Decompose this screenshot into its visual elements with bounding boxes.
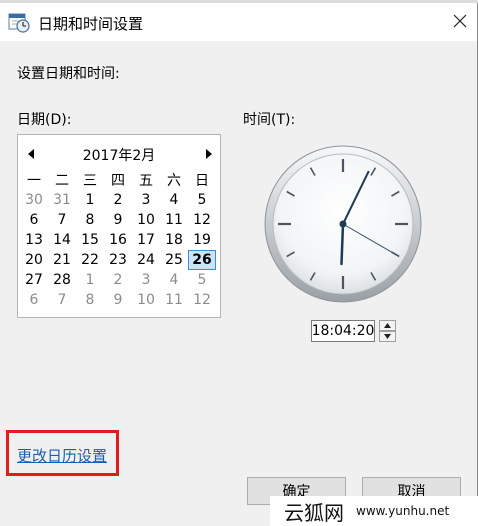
calendar-day[interactable]: 6 xyxy=(20,290,48,310)
calendar-day[interactable]: 21 xyxy=(48,250,76,270)
calendar-day[interactable]: 8 xyxy=(76,290,104,310)
calendar-day[interactable]: 30 xyxy=(20,190,48,210)
calendar-day[interactable]: 1 xyxy=(76,270,104,290)
calendar-day[interactable]: 9 xyxy=(104,290,132,310)
time-label: 时间(T): xyxy=(243,112,296,128)
red-highlight-box xyxy=(6,430,119,476)
analog-clock xyxy=(264,145,422,303)
calendar-day-selected[interactable]: 26 xyxy=(188,250,216,270)
calendar-day[interactable]: 8 xyxy=(76,210,104,230)
calendar-week-row: 27 28 1 2 3 4 5 xyxy=(18,270,220,290)
calendar-day[interactable]: 17 xyxy=(132,230,160,250)
calendar-grid: 一二三四五六日 30 31 1 2 3 4 5 6 7 8 9 10 11 12 13 14 15 16 17 18 19… xyxy=(18,170,220,310)
calendar-week-row: 6 7 8 9 10 11 12 xyxy=(18,290,220,310)
close-icon xyxy=(453,14,467,28)
triangle-up-icon xyxy=(384,323,391,328)
calendar-day[interactable]: 4 xyxy=(160,270,188,290)
triangle-down-icon xyxy=(384,334,391,339)
weekday-label: 一 xyxy=(27,173,41,189)
calendar-week-row: 20 21 22 23 24 25 26 xyxy=(18,250,220,270)
calendar-day[interactable]: 9 xyxy=(104,210,132,230)
calendar-day[interactable]: 6 xyxy=(20,210,48,230)
calendar-day[interactable]: 19 xyxy=(188,230,216,250)
date-time-dialog: 日期和时间设置 设置日期和时间: 日期(D): 时间(T): 2017年2月 一… xyxy=(0,3,478,526)
watermark-url: www.yunhu.net xyxy=(356,504,450,518)
calendar-day[interactable]: 27 xyxy=(20,270,48,290)
weekday-label: 三 xyxy=(83,173,97,189)
time-spin-up-button[interactable] xyxy=(379,320,396,331)
calendar-day[interactable]: 3 xyxy=(132,270,160,290)
calendar-day[interactable]: 5 xyxy=(188,190,216,210)
weekday-header-row: 一二三四五六日 xyxy=(18,170,220,190)
calendar-week-row: 13 14 15 16 17 18 19 xyxy=(18,230,220,250)
calendar-day[interactable]: 7 xyxy=(48,210,76,230)
weekday-label: 六 xyxy=(167,173,181,189)
calendar: 2017年2月 一二三四五六日 30 31 1 2 3 4 5 6 7 8 9 10 11 12 13 14 15… xyxy=(17,134,221,318)
calendar-day[interactable]: 18 xyxy=(160,230,188,250)
calendar-day[interactable]: 31 xyxy=(48,190,76,210)
calendar-day[interactable]: 25 xyxy=(160,250,188,270)
prev-month-button[interactable] xyxy=(24,147,38,161)
weekday-label: 五 xyxy=(139,173,153,189)
calendar-day[interactable]: 20 xyxy=(20,250,48,270)
calendar-day[interactable]: 14 xyxy=(48,230,76,250)
weekday-label: 日 xyxy=(195,173,209,189)
watermark: 云狐网 www.yunhu.net xyxy=(270,496,478,526)
calendar-day[interactable]: 3 xyxy=(132,190,160,210)
window-title: 日期和时间设置 xyxy=(38,15,144,33)
title-bar: 日期和时间设置 xyxy=(0,3,477,41)
time-spin-down-button[interactable] xyxy=(379,331,396,342)
calendar-day[interactable]: 2 xyxy=(104,270,132,290)
calendar-day[interactable]: 12 xyxy=(188,290,216,310)
calendar-day[interactable]: 7 xyxy=(48,290,76,310)
calendar-day[interactable]: 28 xyxy=(48,270,76,290)
triangle-left-icon xyxy=(28,149,34,159)
calendar-day[interactable]: 13 xyxy=(20,230,48,250)
hour-hand xyxy=(340,222,345,266)
calendar-day[interactable]: 23 xyxy=(104,250,132,270)
weekday-label: 二 xyxy=(55,173,69,189)
calendar-week-row: 6 7 8 9 10 11 12 xyxy=(18,210,220,230)
close-button[interactable] xyxy=(446,7,474,35)
calendar-month-label[interactable]: 2017年2月 xyxy=(48,145,190,165)
calendar-day[interactable]: 10 xyxy=(132,290,160,310)
calendar-day[interactable]: 22 xyxy=(76,250,104,270)
dialog-heading: 设置日期和时间: xyxy=(17,66,120,82)
calendar-day[interactable]: 10 xyxy=(132,210,160,230)
watermark-site-name: 云狐网 xyxy=(284,500,344,525)
clock-center xyxy=(339,220,347,228)
calendar-day[interactable]: 12 xyxy=(188,210,216,230)
calendar-day[interactable]: 1 xyxy=(76,190,104,210)
calendar-clock-icon xyxy=(8,13,30,33)
calendar-day[interactable]: 11 xyxy=(160,290,188,310)
calendar-day[interactable]: 2 xyxy=(104,190,132,210)
weekday-label: 四 xyxy=(111,173,125,189)
triangle-right-icon xyxy=(206,149,212,159)
time-input[interactable]: 18:04:20 xyxy=(311,320,375,342)
calendar-day[interactable]: 16 xyxy=(104,230,132,250)
calendar-day[interactable]: 24 xyxy=(132,250,160,270)
calendar-day[interactable]: 5 xyxy=(188,270,216,290)
calendar-week-row: 30 31 1 2 3 4 5 xyxy=(18,190,220,210)
next-month-button[interactable] xyxy=(202,147,216,161)
calendar-day[interactable]: 4 xyxy=(160,190,188,210)
date-label: 日期(D): xyxy=(17,112,72,128)
calendar-day[interactable]: 15 xyxy=(76,230,104,250)
calendar-day[interactable]: 11 xyxy=(160,210,188,230)
